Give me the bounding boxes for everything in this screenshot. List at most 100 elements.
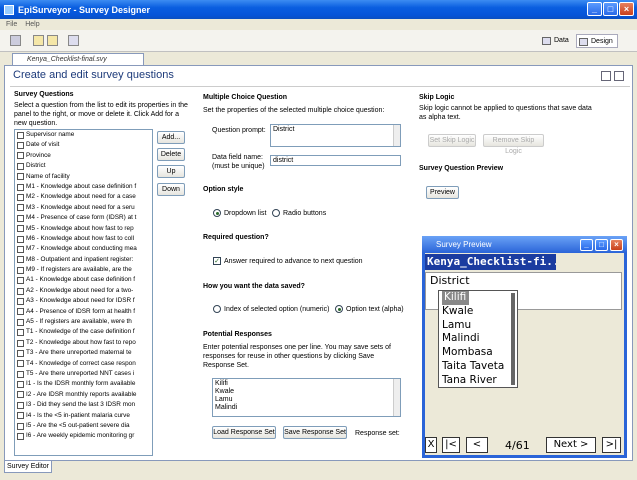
- question-list-item[interactable]: I1 - Is the IDSR monthly form available: [15, 379, 152, 389]
- save-icon[interactable]: [10, 35, 21, 46]
- question-type-icon: [17, 339, 24, 347]
- prompt-label: Question prompt:: [212, 127, 266, 134]
- minimize-button[interactable]: _: [587, 2, 602, 16]
- question-list-item[interactable]: M4 - Presence of case form (IDSR) at t: [15, 213, 152, 223]
- prompt-scrollbar[interactable]: [393, 125, 400, 146]
- question-type-icon: [17, 318, 24, 326]
- question-list-item[interactable]: District: [15, 161, 152, 172]
- question-list-item[interactable]: I4 - Is the <5 in-patient malaria curve: [15, 411, 152, 421]
- question-list-item[interactable]: I5 - Are the <5 out-patient severe dia: [15, 421, 152, 431]
- question-type-icon: [17, 349, 24, 357]
- question-list-item[interactable]: M7 - Knowledge about conducting mea: [15, 244, 152, 254]
- preview-list-scrollbar[interactable]: [511, 293, 515, 385]
- question-list-item[interactable]: M6 - Knowledge about how fast to coll: [15, 234, 152, 244]
- question-list-item-label: M8 - Outpatient and inpatient register:: [26, 255, 134, 263]
- question-list-item-label: M9 - If registers are available, are the: [26, 266, 132, 274]
- question-list-item[interactable]: M9 - If registers are available, are the: [15, 265, 152, 275]
- list-view-icon[interactable]: [614, 71, 624, 81]
- question-list[interactable]: Supervisor name Date of visit Province Dist…: [14, 129, 153, 456]
- open-folder-icon[interactable]: [47, 35, 58, 46]
- question-list-item[interactable]: M3 - Knowledge about need for a seru: [15, 203, 152, 213]
- preview-last-button[interactable]: >|: [602, 437, 621, 453]
- question-list-item[interactable]: I6 - Are weekly epidemic monitoring gr: [15, 431, 152, 441]
- remove-skip-logic-button[interactable]: Remove Skip Logic: [483, 134, 544, 155]
- preview-question-prompt: District: [430, 274, 470, 287]
- menu-help[interactable]: Help: [25, 21, 39, 28]
- question-list-item[interactable]: T1 - Knowledge of the case definition f: [15, 327, 152, 337]
- question-list-item[interactable]: T4 - Knowledge of correct case respon: [15, 359, 152, 369]
- question-list-item[interactable]: I3 - Did they send the last 3 IDSR mon: [15, 400, 152, 410]
- question-type-icon: [17, 329, 24, 337]
- down-button[interactable]: Down: [157, 183, 185, 196]
- preview-first-button[interactable]: |<: [442, 437, 460, 453]
- preview-option[interactable]: Mombasa: [439, 346, 517, 360]
- save-response-set-button[interactable]: Save Response Set: [283, 426, 347, 439]
- preview-next-button[interactable]: Next >: [546, 437, 596, 453]
- menu-file[interactable]: File: [6, 21, 17, 28]
- responses-textarea[interactable]: Kilifi Kwale Lamu Malindi: [212, 378, 401, 417]
- question-type-icon: [17, 256, 24, 264]
- question-list-item[interactable]: Province: [15, 151, 152, 161]
- prompt-input[interactable]: District: [270, 124, 401, 147]
- option-text-radio[interactable]: [335, 305, 343, 313]
- question-list-item-label: M2 - Knowledge about need for a case: [26, 193, 136, 201]
- close-button[interactable]: ×: [619, 2, 634, 16]
- responses-scrollbar[interactable]: [393, 379, 400, 416]
- preview-dropdown-list[interactable]: Kilifi Kwale Lamu Malindi Mombasa Taita …: [438, 290, 518, 388]
- question-list-item-label: A4 - Presence of IDSR form at health f: [26, 307, 136, 315]
- question-list-item-label: M5 - Knowledge about how fast to rep: [26, 224, 134, 232]
- survey-editor-tab[interactable]: Survey Editor: [4, 461, 52, 473]
- maximize-button[interactable]: □: [603, 2, 618, 16]
- question-type-icon: [17, 142, 24, 150]
- question-list-item-label: M6 - Knowledge about how fast to coll: [26, 234, 134, 242]
- question-list-item[interactable]: M2 - Knowledge about need for a case: [15, 192, 152, 202]
- preview-button[interactable]: Preview: [426, 186, 459, 199]
- preview-maximize-button[interactable]: □: [595, 239, 608, 251]
- preview-option[interactable]: Kwale: [439, 305, 517, 319]
- question-list-item[interactable]: M5 - Knowledge about how fast to rep: [15, 224, 152, 234]
- preview-close-x-button[interactable]: X: [425, 437, 437, 453]
- question-list-item-label: A3 - Knowledge about need for IDSR f: [26, 297, 135, 305]
- preview-close-button[interactable]: ×: [610, 239, 623, 251]
- question-list-item[interactable]: A4 - Presence of IDSR form at health f: [15, 307, 152, 317]
- question-list-item[interactable]: Name of facility: [15, 172, 152, 182]
- dropdown-radio[interactable]: [213, 209, 221, 217]
- question-list-item[interactable]: M1 - Knowledge about case definition f: [15, 182, 152, 192]
- question-list-item[interactable]: T5 - Are there unreported NNT cases i: [15, 369, 152, 379]
- add-button[interactable]: Add...: [157, 131, 185, 144]
- question-list-item[interactable]: Date of visit: [15, 140, 152, 150]
- grid-view-icon[interactable]: [601, 71, 611, 81]
- preview-option[interactable]: Lamu: [439, 319, 517, 333]
- question-list-item[interactable]: T2 - Knowledge about how fast to repo: [15, 338, 152, 348]
- required-checkbox[interactable]: ✓: [213, 257, 221, 265]
- question-list-item[interactable]: A5 - If registers are available, were th: [15, 317, 152, 327]
- index-radio[interactable]: [213, 305, 221, 313]
- preview-option[interactable]: Taita Taveta: [439, 360, 517, 374]
- survey-questions-heading: Survey Questions: [14, 91, 74, 98]
- question-list-item[interactable]: M8 - Outpatient and inpatient register:: [15, 255, 152, 265]
- design-view-button[interactable]: Design: [576, 34, 618, 48]
- question-list-item[interactable]: Supervisor name: [15, 130, 152, 140]
- load-response-set-button[interactable]: Load Response Set: [212, 426, 276, 439]
- preview-option[interactable]: Malindi: [439, 332, 517, 346]
- set-skip-logic-button[interactable]: Set Skip Logic: [428, 134, 476, 147]
- preview-option[interactable]: Kilifi: [439, 291, 517, 305]
- preview-option[interactable]: Tana River: [439, 374, 517, 388]
- question-list-item[interactable]: T3 - Are there unreported maternal te: [15, 348, 152, 358]
- radio-buttons-radio[interactable]: [272, 209, 280, 217]
- export-icon[interactable]: [68, 35, 79, 46]
- up-button[interactable]: Up: [157, 165, 185, 178]
- preview-minimize-button[interactable]: _: [580, 239, 593, 251]
- question-list-item[interactable]: A1 - Knowledge about case definition f: [15, 275, 152, 285]
- delete-button[interactable]: Delete: [157, 148, 185, 161]
- question-list-item[interactable]: I2 - Are IDSR monthly reports available: [15, 390, 152, 400]
- mcq-help: Set the properties of the selected multi…: [203, 107, 385, 114]
- new-icon[interactable]: [33, 35, 44, 46]
- preview-survey-header: Kenya_Checklist-fi...: [425, 254, 556, 270]
- data-view-button[interactable]: Data: [540, 34, 569, 48]
- field-name-input[interactable]: district: [270, 155, 401, 166]
- question-list-item[interactable]: A3 - Knowledge about need for IDSR f: [15, 296, 152, 306]
- preview-prev-button[interactable]: <: [466, 437, 488, 453]
- question-list-item-label: M1 - Knowledge about case definition f: [26, 182, 137, 190]
- question-list-item[interactable]: A2 - Knowledge about need for a two-: [15, 286, 152, 296]
